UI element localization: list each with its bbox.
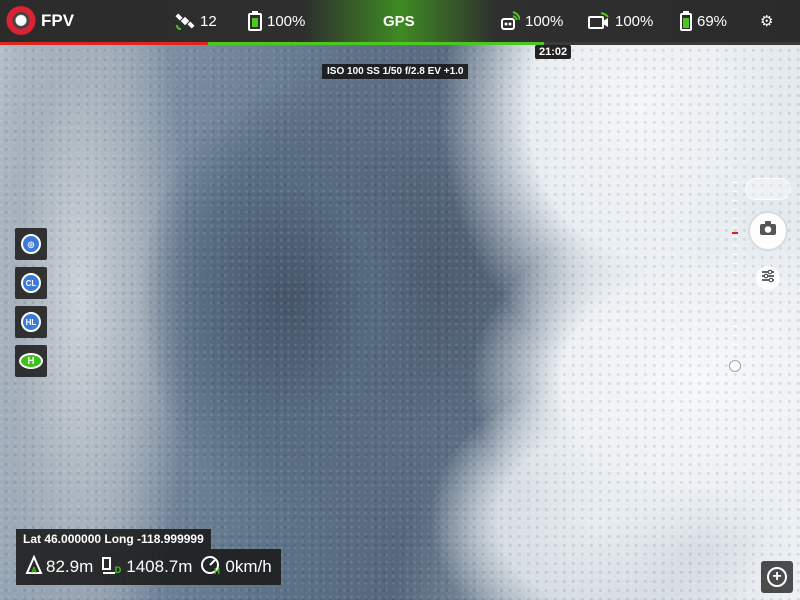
capture-button[interactable] (748, 211, 788, 251)
photo-video-toggle[interactable] (745, 178, 791, 200)
remote-battery-icon (248, 11, 262, 31)
battery-icon (680, 11, 692, 31)
altitude-icon: A (25, 554, 43, 580)
camera-settings-button[interactable] (756, 266, 780, 290)
battery-progress-bar (0, 42, 800, 45)
app-menu[interactable]: FPV (6, 0, 74, 42)
home-lock-button[interactable]: HL (15, 306, 47, 338)
app-logo-icon (6, 6, 36, 36)
poi-button[interactable]: ◎ (15, 228, 47, 260)
telemetry-panel: A 82.9m D 1408.7m H 0km/h (16, 549, 281, 585)
video-signal-value: 100% (615, 12, 654, 30)
distance-icon: D (101, 555, 123, 580)
progress-low-segment (0, 42, 208, 45)
gear-icon: ⚙ (760, 13, 774, 30)
plus-icon: + (767, 567, 787, 587)
svg-text:A: A (31, 566, 37, 575)
gps-label: GPS (383, 12, 415, 30)
gps-coordinates: Lat 46.000000 Long -118.999999 (16, 529, 211, 549)
svg-text:H: H (215, 567, 221, 575)
camera-icon (759, 221, 777, 241)
home-point-button[interactable]: H (15, 345, 47, 377)
rc-signal[interactable]: 100% (500, 0, 563, 42)
flight-time: 21:02 (535, 45, 572, 59)
progress-remaining-segment (208, 42, 544, 45)
video-signal-icon (588, 12, 610, 30)
gimbal-pitch-marker (732, 232, 738, 234)
satellite-count-value: 12 (200, 12, 217, 30)
gps-status[interactable]: GPS (383, 0, 415, 42)
poi-icon: ◎ (21, 234, 41, 254)
sliders-icon (761, 269, 775, 288)
speed-value: 0km/h (225, 557, 272, 576)
rc-battery[interactable]: 100% (248, 0, 305, 42)
gimbal-pitch-slider[interactable] (729, 182, 741, 372)
remote-signal-icon (500, 11, 520, 31)
satellite-icon (175, 11, 195, 31)
rc-battery-value: 100% (267, 12, 306, 30)
camera-feed (0, 0, 800, 600)
course-lock-button[interactable]: CL (15, 267, 47, 299)
altitude-value: 82.9m (46, 557, 94, 576)
camera-parameters: ISO 100 SS 1/50 f/2.8 EV +1.0 (322, 64, 469, 79)
rc-signal-value: 100% (525, 12, 564, 30)
settings-button[interactable]: ⚙ (760, 0, 773, 42)
aircraft-battery-value: 69% (697, 12, 728, 30)
altitude-readout: A 82.9m (25, 554, 94, 580)
status-bar: FPV 12 100% GPS 100% 100% 69% ⚙ (0, 0, 800, 42)
svg-text:D: D (115, 565, 122, 575)
distance-readout: D 1408.7m (101, 555, 192, 580)
speedometer-icon: H (200, 555, 222, 580)
course-lock-label: CL (21, 273, 41, 293)
home-point-label: H (19, 353, 43, 369)
aircraft-battery[interactable]: 69% (680, 0, 727, 42)
home-lock-label: HL (21, 312, 41, 332)
flight-mode-label: FPV (41, 11, 75, 30)
expand-button[interactable]: + (761, 561, 793, 593)
speed-readout: H 0km/h (200, 555, 272, 580)
video-signal[interactable]: 100% (588, 0, 653, 42)
gimbal-pitch-knob[interactable] (729, 360, 741, 372)
satellite-count[interactable]: 12 (175, 0, 217, 42)
distance-value: 1408.7m (126, 557, 193, 576)
